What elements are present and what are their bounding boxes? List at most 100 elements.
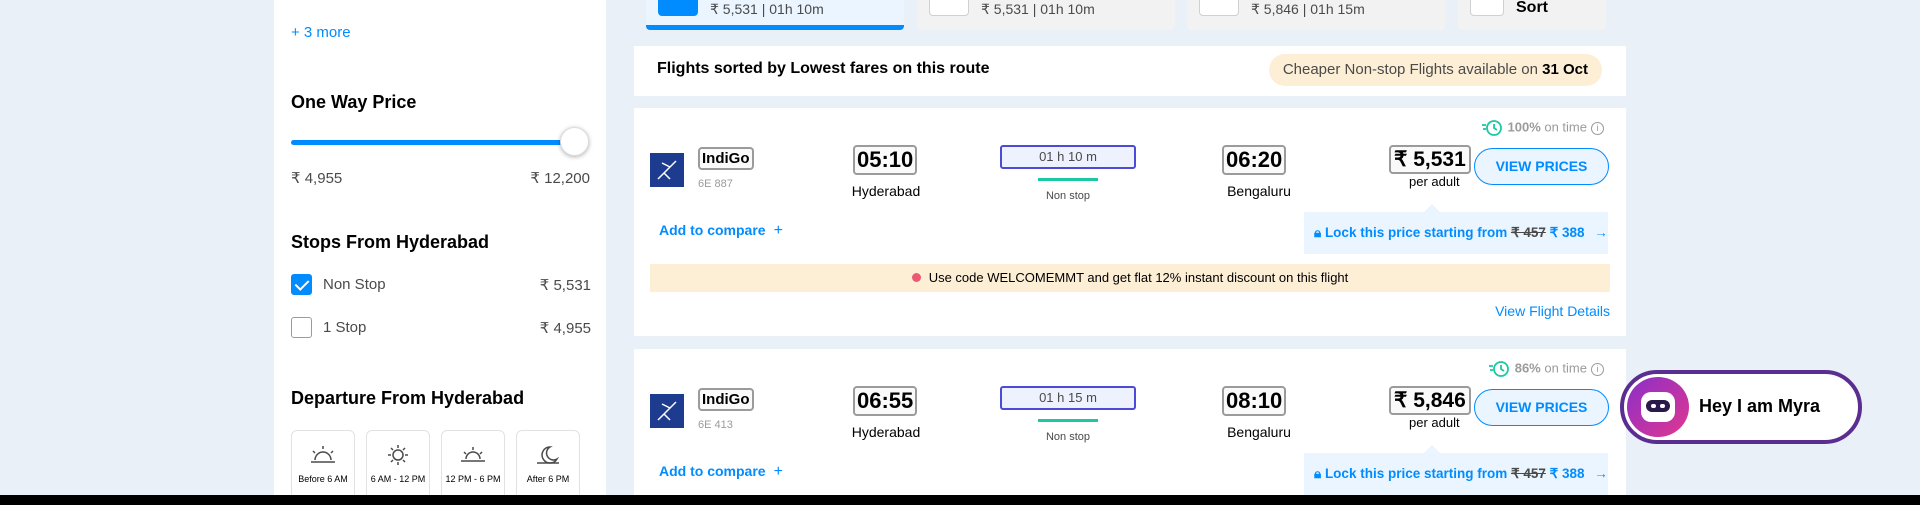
sort-tab-best[interactable]: ₹ 5,846 | 01h 15m (1187, 0, 1445, 30)
info-icon[interactable]: i (1591, 362, 1604, 376)
lock-price-banner[interactable]: 🔒︎ Lock this price starting from ₹ 457 ₹… (1304, 445, 1608, 495)
per-adult-label: per adult (1409, 415, 1460, 430)
flight-card: 100% on time i IndiGo 6E 887 05:10 Hydera… (634, 108, 1626, 336)
lock-text: Lock this price starting from (1324, 225, 1511, 240)
stops-label: Non stop (1045, 190, 1091, 202)
plus-icon: + (773, 222, 783, 239)
promo-text: Use code WELCOMEMMT and get flat 12% ins… (928, 270, 1349, 285)
arrival-time: 06:20 (1222, 145, 1287, 175)
sort-tab-text: ₹ 5,531 | 01h 10m (710, 1, 824, 17)
filter-sidebar: + 3 more One Way Price ₹ 4,955 ₹ 12,200 … (274, 0, 606, 495)
airline-name: IndiGo (698, 147, 754, 170)
sun-icon (388, 445, 408, 465)
lock-price-banner[interactable]: 🔒︎ Lock this price starting from ₹ 457 ₹… (1304, 204, 1608, 254)
price-min-label: ₹ 4,955 (291, 170, 343, 187)
departure-time: 05:10 (853, 145, 918, 175)
ontime-suffix: on time (1540, 119, 1587, 135)
indigo-logo-icon (650, 153, 684, 187)
departure-slot-12pm-6pm[interactable]: 12 PM - 6 PM (441, 430, 505, 495)
sort-tab-text: ₹ 5,846 | 01h 15m (1251, 1, 1365, 17)
slot-label: 6 AM - 12 PM (370, 474, 426, 484)
stop-price: ₹ 5,531 (539, 277, 591, 294)
sunrise-icon (311, 446, 335, 463)
compare-label: Add to compare (659, 222, 766, 238)
sort-tab-fastest[interactable]: ₹ 5,531 | 01h 10m (917, 0, 1175, 30)
more-airlines-link[interactable]: + 3 more (291, 24, 351, 41)
1stop-checkbox[interactable] (291, 317, 312, 338)
ontime-suffix: on time (1540, 360, 1587, 376)
departure-heading: Departure From Hyderabad (291, 388, 525, 408)
arrow-right-icon: → (1594, 225, 1608, 240)
sort-tab-text: Sort (1516, 0, 1548, 16)
bottom-bar (0, 495, 1920, 505)
info-icon[interactable]: i (1591, 121, 1604, 135)
ontime-pct: 100% (1507, 119, 1541, 135)
compare-label: Add to compare (659, 463, 766, 479)
arrival-city: Bengaluru (1227, 424, 1291, 440)
cheaper-nonstop-pill[interactable]: Cheaper Non-stop Flights available on 31… (1268, 54, 1602, 86)
flight-price: ₹ 5,531 (1389, 145, 1471, 174)
add-to-compare-link[interactable]: Add to compare + (659, 463, 783, 481)
pill-date: 31 Oct (1542, 61, 1588, 78)
clock-icon (1488, 361, 1509, 377)
arrow-right-icon: → (1594, 466, 1608, 481)
departure-slot-before-6am[interactable]: Before 6 AM (291, 430, 355, 495)
departure-city: Hyderabad (851, 183, 921, 199)
indigo-logo-icon (650, 394, 684, 428)
slot-label: 12 PM - 6 PM (445, 474, 501, 484)
lock-old-price: ₹ 457 (1510, 225, 1546, 240)
lock-old-price: ₹ 457 (1510, 466, 1546, 481)
duration-line (1038, 419, 1098, 422)
departure-slot-6am-12pm[interactable]: 6 AM - 12 PM (366, 430, 430, 495)
flight-duration: 01 h 15 m (1000, 386, 1136, 410)
slot-label: After 6 PM (526, 474, 570, 484)
robot-visor-icon (1646, 400, 1670, 412)
tab-icon (1470, 0, 1504, 16)
stops-label: Non stop (1045, 431, 1091, 443)
one-way-price-heading: One Way Price (291, 92, 417, 112)
moon-icon (537, 446, 560, 464)
flight-card: 86% on time i IndiGo 6E 413 06:55 Hyderab… (634, 349, 1626, 495)
price-max-label: ₹ 12,200 (530, 170, 590, 187)
view-flight-details-link[interactable]: View Flight Details (1495, 303, 1610, 319)
lock-icon: 🔒︎ (1314, 225, 1325, 240)
departure-city: Hyderabad (851, 424, 921, 440)
flight-number: 6E 413 (698, 419, 733, 431)
sorted-info-bar: Flights sorted by Lowest fares on this r… (634, 46, 1626, 96)
myra-avatar (1627, 377, 1689, 437)
flight-number: 6E 887 (698, 178, 733, 190)
ontime-pct: 86% (1514, 360, 1541, 376)
view-prices-button[interactable]: VIEW PRICES (1474, 389, 1609, 426)
promo-banner: Use code WELCOMEMMT and get flat 12% ins… (650, 264, 1610, 292)
stop-label: Non Stop (323, 276, 386, 293)
view-prices-button[interactable]: VIEW PRICES (1474, 148, 1609, 185)
sort-tab-more[interactable]: Sort (1458, 0, 1606, 30)
lock-new-price: ₹ 388 (1545, 225, 1585, 240)
flight-duration: 01 h 10 m (1000, 145, 1136, 169)
flight-price: ₹ 5,846 (1389, 386, 1471, 415)
tab-icon (1199, 0, 1239, 16)
myra-label: Hey I am Myra (1699, 396, 1821, 416)
nonstop-checkbox[interactable] (291, 274, 312, 295)
stops-heading: Stops From Hyderabad (291, 232, 490, 252)
lock-text: Lock this price starting from (1324, 466, 1511, 481)
sort-tab-text: ₹ 5,531 | 01h 10m (981, 1, 1095, 17)
myra-chat-button[interactable]: Hey I am Myra (1620, 370, 1862, 444)
tab-icon (658, 0, 698, 16)
price-slider-handle[interactable] (560, 127, 589, 156)
lock-icon: 🔒︎ (1314, 466, 1325, 481)
sort-tab-cheapest[interactable]: ₹ 5,531 | 01h 10m (646, 0, 904, 30)
plus-icon: + (773, 463, 783, 480)
stop-price: ₹ 4,955 (539, 320, 591, 337)
stop-filter-1stop[interactable]: 1 Stop ₹ 4,955 (291, 316, 591, 340)
ontime-indicator: 100% on time i (1481, 119, 1604, 137)
departure-slot-after-6pm[interactable]: After 6 PM (516, 430, 580, 495)
slot-label: Before 6 AM (298, 474, 348, 484)
price-slider-track[interactable] (291, 140, 573, 145)
ontime-indicator: 86% on time i (1488, 360, 1604, 378)
add-to-compare-link[interactable]: Add to compare + (659, 222, 783, 240)
departure-time: 06:55 (853, 386, 918, 416)
arrival-time: 08:10 (1222, 386, 1287, 416)
sunset-icon (461, 447, 485, 462)
stop-filter-nonstop[interactable]: Non Stop ₹ 5,531 (291, 273, 591, 297)
